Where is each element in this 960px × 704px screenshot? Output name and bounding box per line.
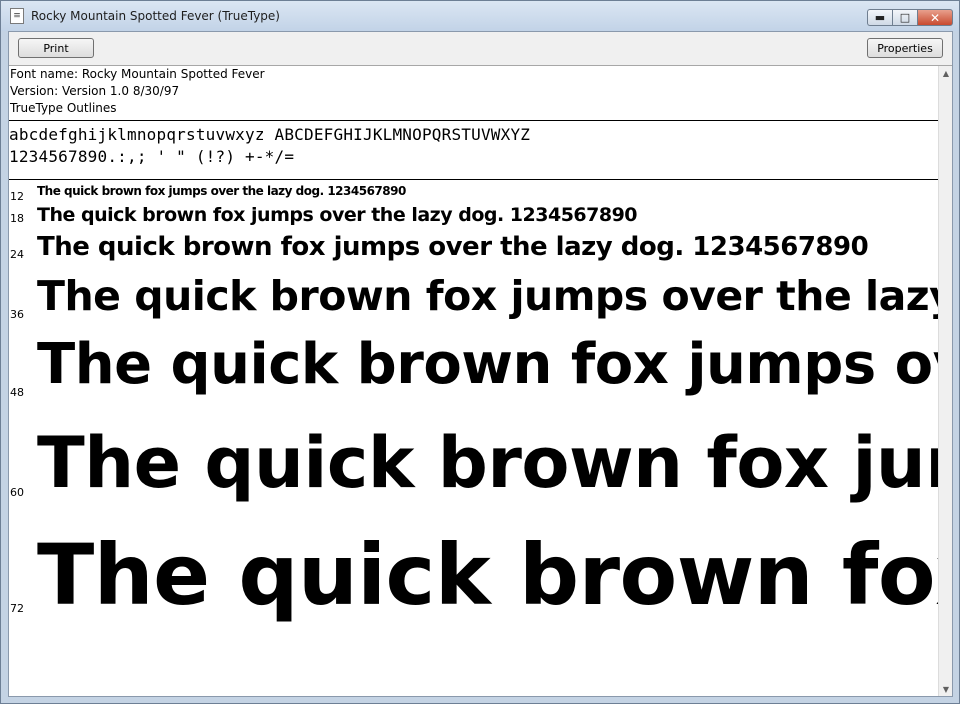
divider xyxy=(9,120,938,121)
sample-row-12: 12 The quick brown fox jumps over the la… xyxy=(9,184,938,206)
vertical-scrollbar[interactable]: ▲ ▼ xyxy=(938,66,952,696)
document-icon: ≡ xyxy=(10,8,24,24)
window-title: Rocky Mountain Spotted Fever (TrueType) xyxy=(31,9,280,23)
charset-letters: abcdefghijklmnopqrstuvwxyz ABCDEFGHIJKLM… xyxy=(9,125,531,144)
scroll-up-icon[interactable]: ▲ xyxy=(939,66,953,80)
font-name: Font name: Rocky Mountain Spotted Fever xyxy=(10,67,265,81)
size-label: 72 xyxy=(10,602,24,615)
size-label: 12 xyxy=(10,190,24,203)
sample-text: The quick brown fox jumps over xyxy=(37,332,938,397)
toolbar: Print Properties xyxy=(9,32,952,66)
window-controls: ▬ □ ✕ xyxy=(867,9,953,26)
sample-row-24: 24 The quick brown fox jumps over the la… xyxy=(9,232,938,272)
close-button[interactable]: ✕ xyxy=(917,9,953,26)
size-label: 60 xyxy=(10,486,24,499)
properties-button[interactable]: Properties xyxy=(867,38,943,58)
font-viewer-window: ≡ Rocky Mountain Spotted Fever (TrueType… xyxy=(0,0,960,704)
size-label: 36 xyxy=(10,308,24,321)
charset-symbols: 1234567890.:,; ' " (!?) +-*/= xyxy=(9,147,295,166)
scroll-down-icon[interactable]: ▼ xyxy=(939,682,953,696)
sample-row-72: 72 The quick brown fox ju xyxy=(9,526,938,656)
sample-text: The quick brown fox jumps xyxy=(37,422,938,504)
sample-text: The quick brown fox jumps over the lazy … xyxy=(37,204,638,226)
sample-text: The quick brown fox jumps over the lazy … xyxy=(37,232,869,262)
font-version: Version: Version 1.0 8/30/97 xyxy=(10,84,180,98)
font-info: Font name: Rocky Mountain Spotted Fever … xyxy=(9,66,265,117)
title-bar[interactable]: ≡ Rocky Mountain Spotted Fever (TrueType… xyxy=(1,1,959,31)
sample-row-36: 36 The quick brown fox jumps over the la… xyxy=(9,272,938,332)
font-preview: Font name: Rocky Mountain Spotted Fever … xyxy=(9,66,938,696)
size-label: 24 xyxy=(10,248,24,261)
minimize-button[interactable]: ▬ xyxy=(867,9,892,26)
size-label: 48 xyxy=(10,386,24,399)
size-label: 18 xyxy=(10,212,24,225)
sample-row-18: 18 The quick brown fox jumps over the la… xyxy=(9,204,938,234)
sample-text: The quick brown fox jumps over the lazy … xyxy=(37,272,938,320)
divider xyxy=(9,179,938,180)
client-area: Print Properties Font name: Rocky Mounta… xyxy=(8,31,953,697)
print-button[interactable]: Print xyxy=(18,38,94,58)
maximize-button[interactable]: □ xyxy=(892,9,917,26)
font-outlines: TrueType Outlines xyxy=(10,101,117,115)
sample-text: The quick brown fox jumps over the lazy … xyxy=(37,184,406,198)
sample-row-48: 48 The quick brown fox jumps over xyxy=(9,332,938,422)
sample-row-60: 60 The quick brown fox jumps xyxy=(9,422,938,526)
sample-text: The quick brown fox ju xyxy=(37,526,938,624)
